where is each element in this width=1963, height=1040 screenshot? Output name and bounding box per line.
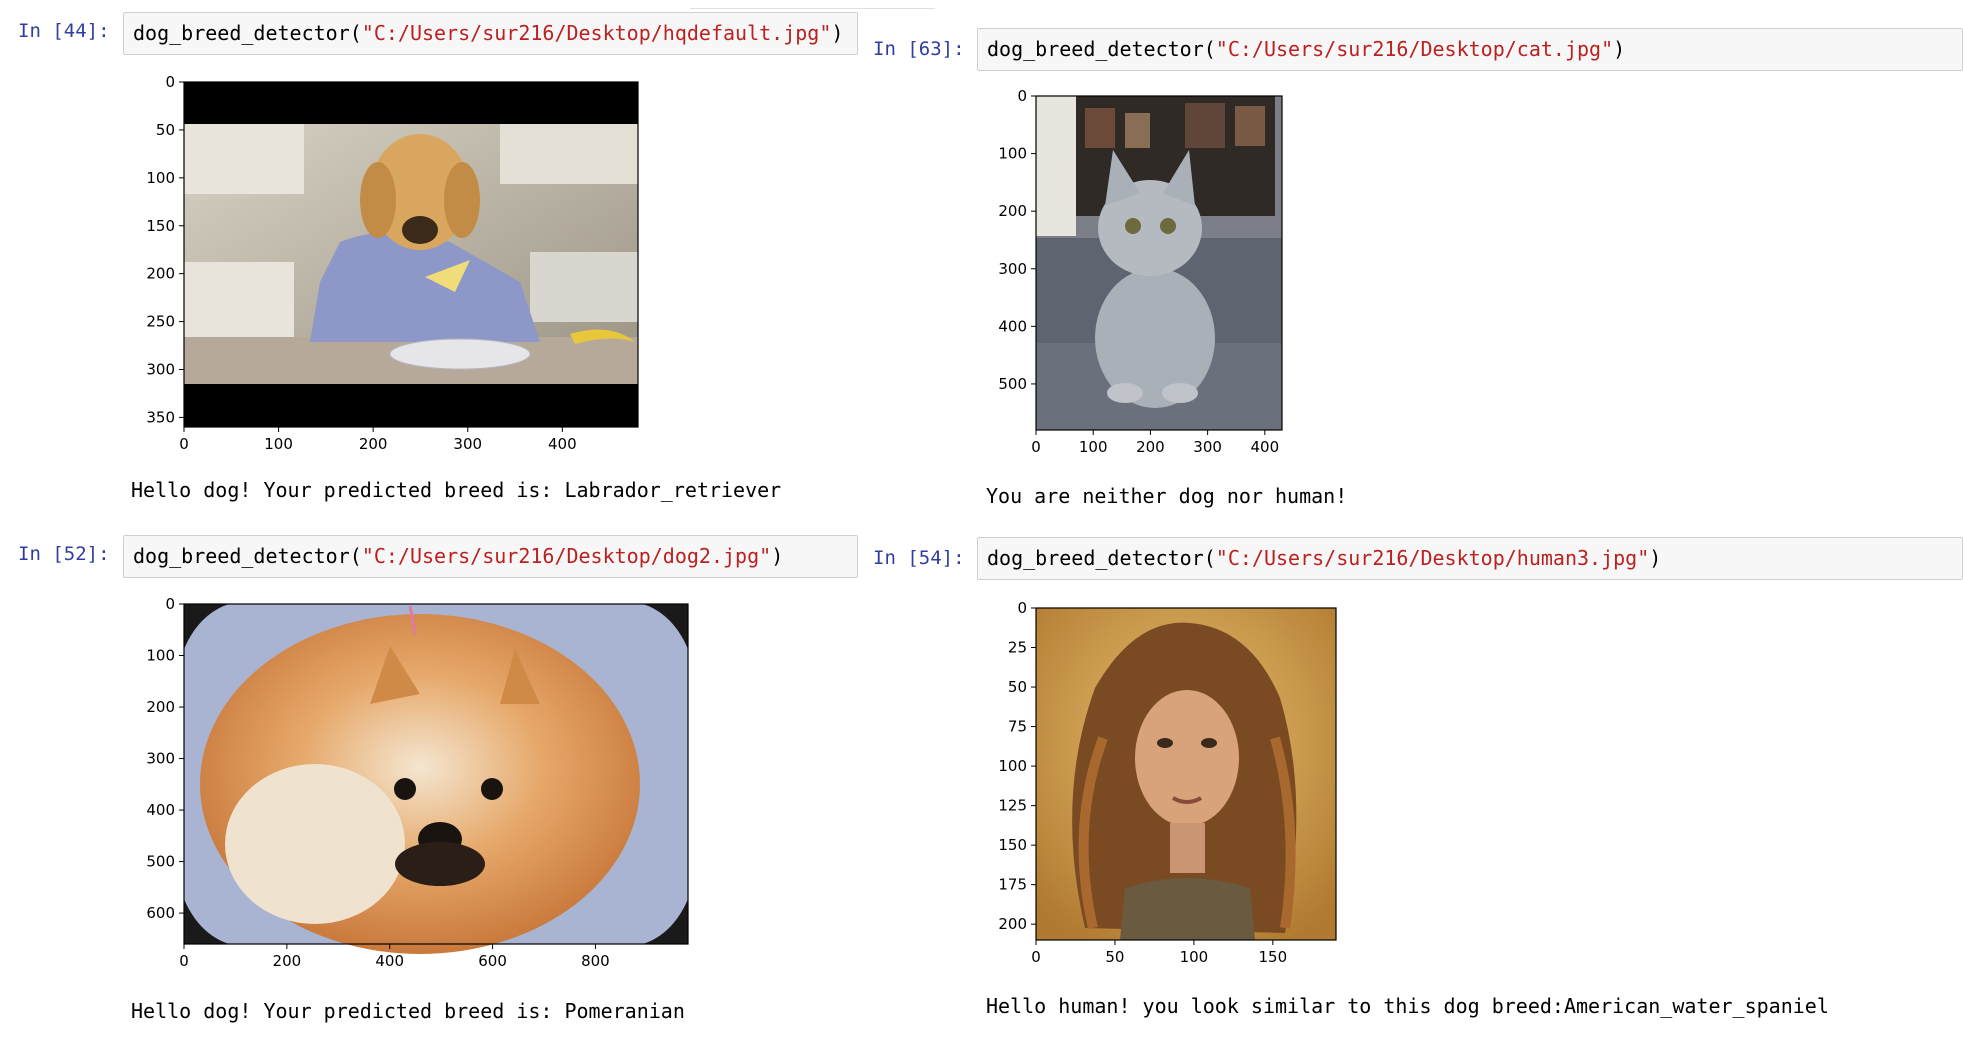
code-string-arg: "C:/Users/sur216/Desktop/cat.jpg" <box>1215 37 1614 61</box>
y-tick-label: 600 <box>146 904 175 922</box>
y-tick-label: 500 <box>146 853 175 871</box>
code-function: dog_breed_detector( <box>987 546 1216 570</box>
y-tick-label: 175 <box>998 876 1027 894</box>
y-tick-label: 300 <box>998 260 1027 278</box>
pomeranian-image <box>184 604 688 954</box>
code-function: dog_breed_detector( <box>987 37 1216 61</box>
code-function: dog_breed_detector( <box>133 21 362 45</box>
x-tick-label: 150 <box>1259 948 1288 966</box>
y-tick-label: 50 <box>1008 678 1027 696</box>
x-tick-label: 100 <box>264 435 293 453</box>
y-tick-label: 150 <box>146 217 175 235</box>
x-tick-label: 400 <box>548 435 577 453</box>
y-tick-label: 350 <box>146 408 175 426</box>
y-tick-label: 100 <box>146 647 175 665</box>
y-tick-label: 125 <box>998 797 1027 815</box>
x-tick-label: 50 <box>1105 948 1124 966</box>
x-tick-label: 800 <box>581 952 610 970</box>
y-tick-label: 400 <box>146 801 175 819</box>
y-tick-label: 150 <box>998 836 1027 854</box>
x-tick-label: 200 <box>273 952 302 970</box>
y-tick-label: 200 <box>998 915 1027 933</box>
x-tick-label: 200 <box>359 435 388 453</box>
y-tick-label: 0 <box>1017 88 1027 105</box>
y-tick-label: 500 <box>998 375 1027 393</box>
y-tick-label: 0 <box>165 595 175 613</box>
cell-prompt: In [54]: <box>873 547 965 569</box>
x-tick-label: 400 <box>1251 438 1280 456</box>
y-tick-label: 0 <box>165 73 175 91</box>
x-tick-label: 100 <box>1180 948 1209 966</box>
code-input[interactable]: dog_breed_detector("C:/Users/sur216/Desk… <box>977 537 1963 580</box>
y-tick-label: 300 <box>146 750 175 768</box>
x-tick-label: 300 <box>453 435 482 453</box>
y-tick-label: 75 <box>1008 718 1027 736</box>
y-tick-label: 100 <box>998 757 1027 775</box>
y-tick-label: 400 <box>998 317 1027 335</box>
code-paren: ) <box>1613 37 1626 61</box>
x-tick-label: 0 <box>1031 948 1041 966</box>
y-tick-label: 100 <box>998 145 1027 163</box>
output-text: You are neither dog nor human! <box>986 484 1348 508</box>
y-tick-label: 200 <box>998 202 1027 220</box>
output-text: Hello human! you look similar to this do… <box>986 994 1829 1018</box>
code-string-arg: "C:/Users/sur216/Desktop/hqdefault.jpg" <box>361 21 832 45</box>
code-paren: ) <box>1649 546 1662 570</box>
dog-kitchen-image <box>184 82 638 427</box>
output-image-plot: 0 100 200 300 400 0 50 100 150 200 250 300 350 <box>146 73 639 453</box>
code-paren: ) <box>831 21 844 45</box>
cell-prompt: In [63]: <box>873 38 965 60</box>
x-tick-label: 100 <box>1079 438 1108 456</box>
x-tick-label: 300 <box>1193 438 1222 456</box>
cell-prompt: In [44]: <box>18 20 110 42</box>
code-string-arg: "C:/Users/sur216/Desktop/dog2.jpg" <box>361 544 772 568</box>
code-input[interactable]: dog_breed_detector("C:/Users/sur216/Desk… <box>123 535 858 578</box>
output-image-plot: 0 100 200 300 400 0 100 200 300 400 500 <box>998 88 1283 456</box>
code-input[interactable]: dog_breed_detector("C:/Users/sur216/Desk… <box>123 12 858 55</box>
y-tick-label: 200 <box>146 698 175 716</box>
y-tick-label: 50 <box>156 121 175 139</box>
woman-portrait-image <box>1036 608 1336 940</box>
y-tick-label: 25 <box>1008 639 1027 657</box>
output-text: Hello dog! Your predicted breed is: Labr… <box>131 478 782 502</box>
x-tick-label: 0 <box>1031 438 1041 456</box>
code-paren: ) <box>771 544 784 568</box>
y-tick-label: 250 <box>146 313 175 331</box>
x-tick-label: 400 <box>375 952 404 970</box>
y-tick-label: 0 <box>1017 599 1027 617</box>
code-function: dog_breed_detector( <box>133 544 362 568</box>
cell-prompt: In [52]: <box>18 543 110 565</box>
kitten-image <box>1036 96 1282 430</box>
y-tick-label: 300 <box>146 361 175 379</box>
x-tick-label: 0 <box>179 435 189 453</box>
divider <box>690 8 935 9</box>
output-image-plot: 0 50 100 150 0 25 50 75 100 125 150 175 200 <box>998 599 1337 966</box>
code-input[interactable]: dog_breed_detector("C:/Users/sur216/Desk… <box>977 28 1963 71</box>
code-string-arg: "C:/Users/sur216/Desktop/human3.jpg" <box>1215 546 1650 570</box>
x-tick-label: 200 <box>1136 438 1165 456</box>
output-image-plot: 0 200 400 600 800 0 100 200 300 400 500 600 <box>146 595 689 970</box>
x-tick-label: 600 <box>478 952 507 970</box>
y-tick-label: 100 <box>146 169 175 187</box>
output-text: Hello dog! Your predicted breed is: Pome… <box>131 999 685 1023</box>
y-tick-label: 200 <box>146 265 175 283</box>
x-tick-label: 0 <box>179 952 189 970</box>
